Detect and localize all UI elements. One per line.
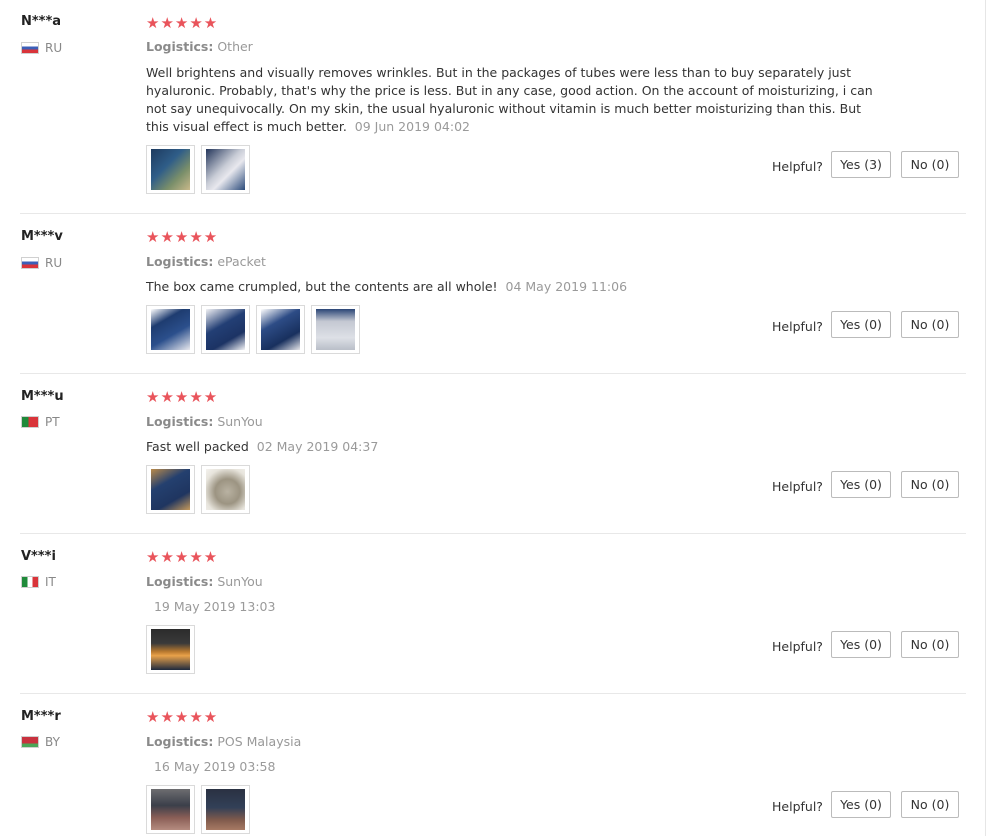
russia-flag-icon xyxy=(21,42,39,54)
reviewer-name: M***r xyxy=(21,709,61,724)
helpful-label: Helpful? xyxy=(772,639,823,654)
reviewer-name: M***u xyxy=(21,389,64,404)
helpful-no-button[interactable]: No (0) xyxy=(901,631,959,658)
logistics-info: Logistics: ePacket xyxy=(146,254,266,269)
ampoules-photo-icon xyxy=(206,469,245,510)
helpful-no-button[interactable]: No (0) xyxy=(901,151,959,178)
helpful-no-button[interactable]: No (0) xyxy=(901,311,959,338)
star-rating: ★★★★★ xyxy=(146,14,219,32)
review-photo[interactable] xyxy=(146,625,195,674)
helpful-yes-button[interactable]: Yes (0) xyxy=(831,791,891,818)
reviewer-country: RU xyxy=(21,41,62,55)
review-date: 02 May 2019 04:37 xyxy=(256,439,379,454)
reviewer-country: IT xyxy=(21,575,56,589)
star-rating: ★★★★★ xyxy=(146,548,219,566)
review-divider xyxy=(20,693,966,694)
review-photos xyxy=(146,625,195,674)
review-text: 19 May 2019 13:03 xyxy=(146,598,876,616)
star-rating: ★★★★★ xyxy=(146,388,219,406)
review-date: 16 May 2019 03:58 xyxy=(153,759,276,774)
reviewer-name: V***i xyxy=(21,549,56,564)
review-divider xyxy=(20,533,966,534)
review-photo[interactable] xyxy=(146,785,195,834)
box-photo-icon xyxy=(261,309,300,350)
logistics-info: Logistics: SunYou xyxy=(146,574,263,589)
review-photo[interactable] xyxy=(201,145,250,194)
review-text: Fast well packed 02 May 2019 04:37 xyxy=(146,439,379,454)
box-photo-icon xyxy=(206,309,245,350)
logistics-info: Logistics: Other xyxy=(146,39,253,54)
italy-flag-icon xyxy=(21,576,39,588)
box-photo-icon xyxy=(151,309,190,350)
reviewer-name: M***v xyxy=(21,229,63,244)
review-text: 16 May 2019 03:58 xyxy=(146,758,876,776)
review-photo[interactable] xyxy=(256,305,305,354)
review-date: 09 Jun 2019 04:02 xyxy=(354,119,470,134)
review-photo[interactable] xyxy=(201,305,250,354)
star-rating: ★★★★★ xyxy=(146,228,219,246)
star-rating: ★★★★★ xyxy=(146,708,219,726)
review-photos xyxy=(146,305,360,354)
review-text: The box came crumpled, but the contents … xyxy=(146,279,628,294)
box-photo-icon xyxy=(151,469,190,510)
box-photo-icon xyxy=(206,789,245,830)
ampoule-tray-photo-icon xyxy=(316,309,355,350)
box-photo-icon xyxy=(151,789,190,830)
review-divider xyxy=(20,213,966,214)
helpful-label: Helpful? xyxy=(772,479,823,494)
helpful-no-button[interactable]: No (0) xyxy=(901,471,959,498)
reviewer-country: PT xyxy=(21,415,60,429)
review-photos xyxy=(146,145,250,194)
review-photo[interactable] xyxy=(146,145,195,194)
helpful-yes-button[interactable]: Yes (0) xyxy=(831,471,891,498)
portugal-flag-icon xyxy=(21,416,39,428)
page-border xyxy=(985,0,986,836)
review-date: 19 May 2019 13:03 xyxy=(153,599,276,614)
reviewer-country: RU xyxy=(21,256,62,270)
review-photos xyxy=(146,465,250,514)
review-photos xyxy=(146,785,250,834)
helpful-yes-button[interactable]: Yes (0) xyxy=(831,631,891,658)
box-photo-icon xyxy=(151,149,190,190)
helpful-label: Helpful? xyxy=(772,159,823,174)
reviewer-country: BY xyxy=(21,735,60,749)
review-photo[interactable] xyxy=(201,785,250,834)
review-photo[interactable] xyxy=(311,305,360,354)
logistics-info: Logistics: SunYou xyxy=(146,414,263,429)
box-photo-icon xyxy=(151,629,190,670)
belarus-flag-icon xyxy=(21,736,39,748)
review-photo[interactable] xyxy=(146,305,195,354)
helpful-yes-button[interactable]: Yes (3) xyxy=(831,151,891,178)
review-photo[interactable] xyxy=(201,465,250,514)
helpful-yes-button[interactable]: Yes (0) xyxy=(831,311,891,338)
review-text: Well brightens and visually removes wrin… xyxy=(146,65,873,134)
ampoule-tray-photo-icon xyxy=(206,149,245,190)
helpful-label: Helpful? xyxy=(772,799,823,814)
review-divider xyxy=(20,373,966,374)
review-photo[interactable] xyxy=(146,465,195,514)
helpful-no-button[interactable]: No (0) xyxy=(901,791,959,818)
helpful-label: Helpful? xyxy=(772,319,823,334)
logistics-info: Logistics: POS Malaysia xyxy=(146,734,302,749)
russia-flag-icon xyxy=(21,257,39,269)
reviewer-name: N***a xyxy=(21,14,62,29)
review-date: 04 May 2019 11:06 xyxy=(505,279,628,294)
